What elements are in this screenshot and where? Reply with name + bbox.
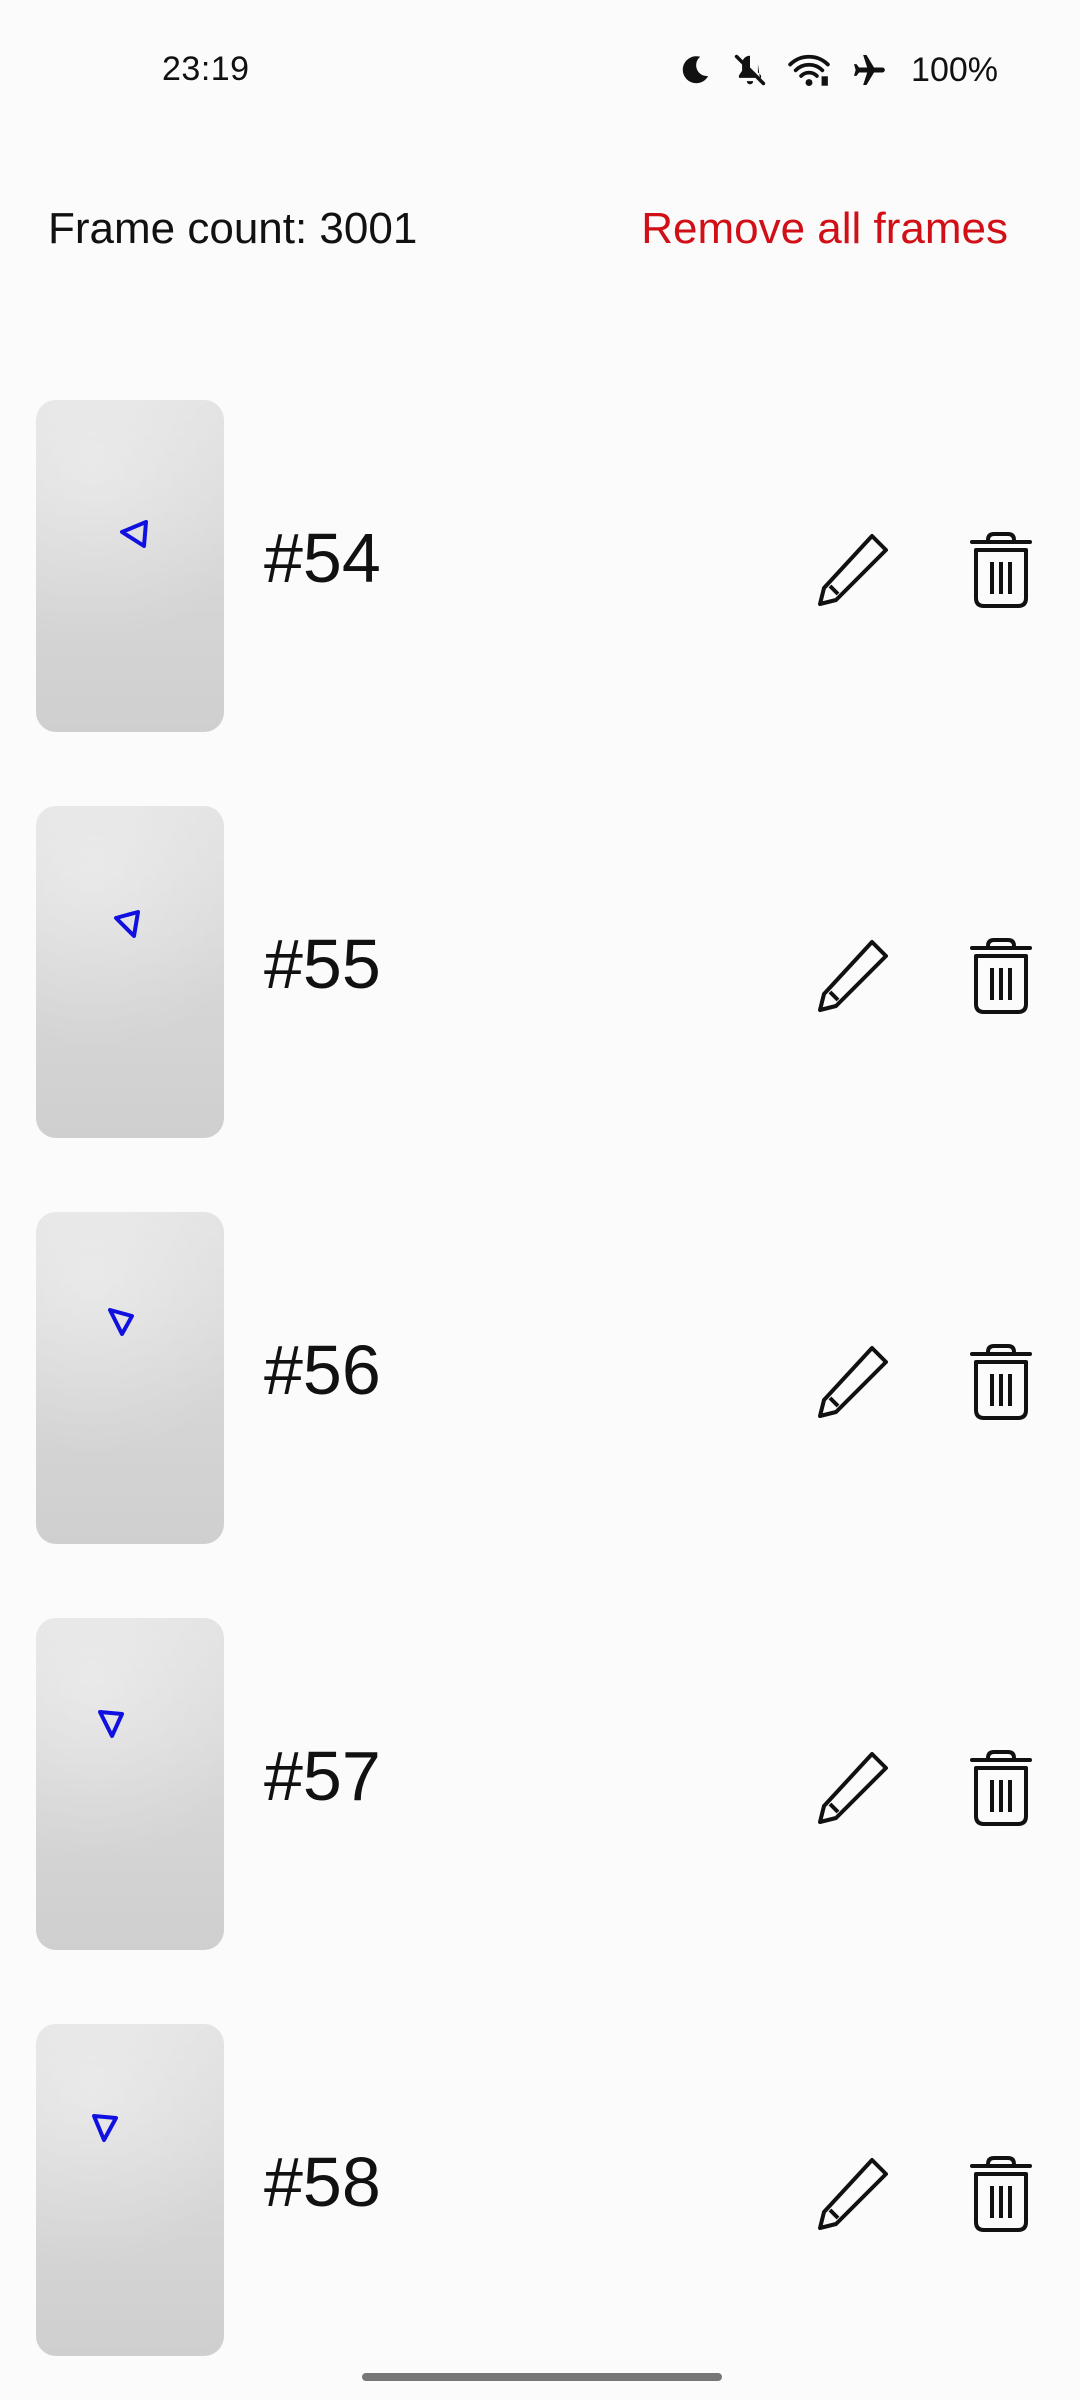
- pencil-icon: [818, 1346, 888, 1418]
- marker-icon: [108, 1308, 134, 1336]
- frame-thumbnail[interactable]: [36, 1212, 224, 1544]
- status-bar: 23:19 100%: [0, 0, 1080, 140]
- marker-icon: [114, 910, 140, 938]
- status-time: 23:19: [162, 50, 250, 88]
- edit-frame-button[interactable]: [810, 1338, 896, 1424]
- delete-frame-button[interactable]: [958, 1338, 1044, 1424]
- trash-icon: [970, 1344, 1032, 1420]
- delete-frame-button[interactable]: [958, 1744, 1044, 1830]
- frame-number: #55: [264, 925, 381, 1003]
- frame-count-label: Frame count: 3001: [48, 204, 418, 253]
- marker-icon: [98, 1710, 124, 1738]
- frame-number: #58: [264, 2143, 381, 2221]
- edit-frame-button[interactable]: [810, 2150, 896, 2236]
- delete-frame-button[interactable]: [958, 932, 1044, 1018]
- battery-level: 100%: [911, 50, 998, 89]
- frame-thumbnail[interactable]: [36, 400, 224, 732]
- trash-icon: [970, 532, 1032, 608]
- frame-number: #57: [264, 1737, 381, 1815]
- status-icons: 100%: [677, 46, 998, 94]
- moon-icon: [677, 52, 713, 88]
- marker-icon: [92, 2114, 118, 2142]
- frame-number: #56: [264, 1331, 381, 1409]
- airplane-icon: [849, 50, 889, 90]
- trash-icon: [970, 2156, 1032, 2232]
- trash-icon: [970, 938, 1032, 1014]
- frame-thumbnail[interactable]: [36, 806, 224, 1138]
- frame-row: #54: [0, 400, 1080, 732]
- frame-row: #58: [0, 2024, 1080, 2356]
- pencil-icon: [818, 2158, 888, 2230]
- wifi-icon: [787, 51, 831, 89]
- edit-frame-button[interactable]: [810, 932, 896, 1018]
- edit-frame-button[interactable]: [810, 526, 896, 612]
- pencil-icon: [818, 940, 888, 1012]
- pencil-icon: [818, 534, 888, 606]
- frame-thumbnail[interactable]: [36, 1618, 224, 1950]
- frame-thumbnail[interactable]: [36, 2024, 224, 2356]
- frame-row: #56: [0, 1212, 1080, 1544]
- pencil-icon: [818, 1752, 888, 1824]
- header-row: Frame count: 3001 Remove all frames: [0, 190, 1080, 270]
- remove-all-frames-button[interactable]: Remove all frames: [641, 204, 1008, 254]
- frame-row: #55: [0, 806, 1080, 1138]
- edit-frame-button[interactable]: [810, 1744, 896, 1830]
- bell-off-icon: [731, 51, 769, 89]
- delete-frame-button[interactable]: [958, 526, 1044, 612]
- frame-number: #54: [264, 519, 381, 597]
- gesture-nav-handle[interactable]: [362, 2373, 722, 2381]
- frame-row: #57: [0, 1618, 1080, 1950]
- trash-icon: [970, 1750, 1032, 1826]
- delete-frame-button[interactable]: [958, 2150, 1044, 2236]
- marker-icon: [120, 520, 148, 548]
